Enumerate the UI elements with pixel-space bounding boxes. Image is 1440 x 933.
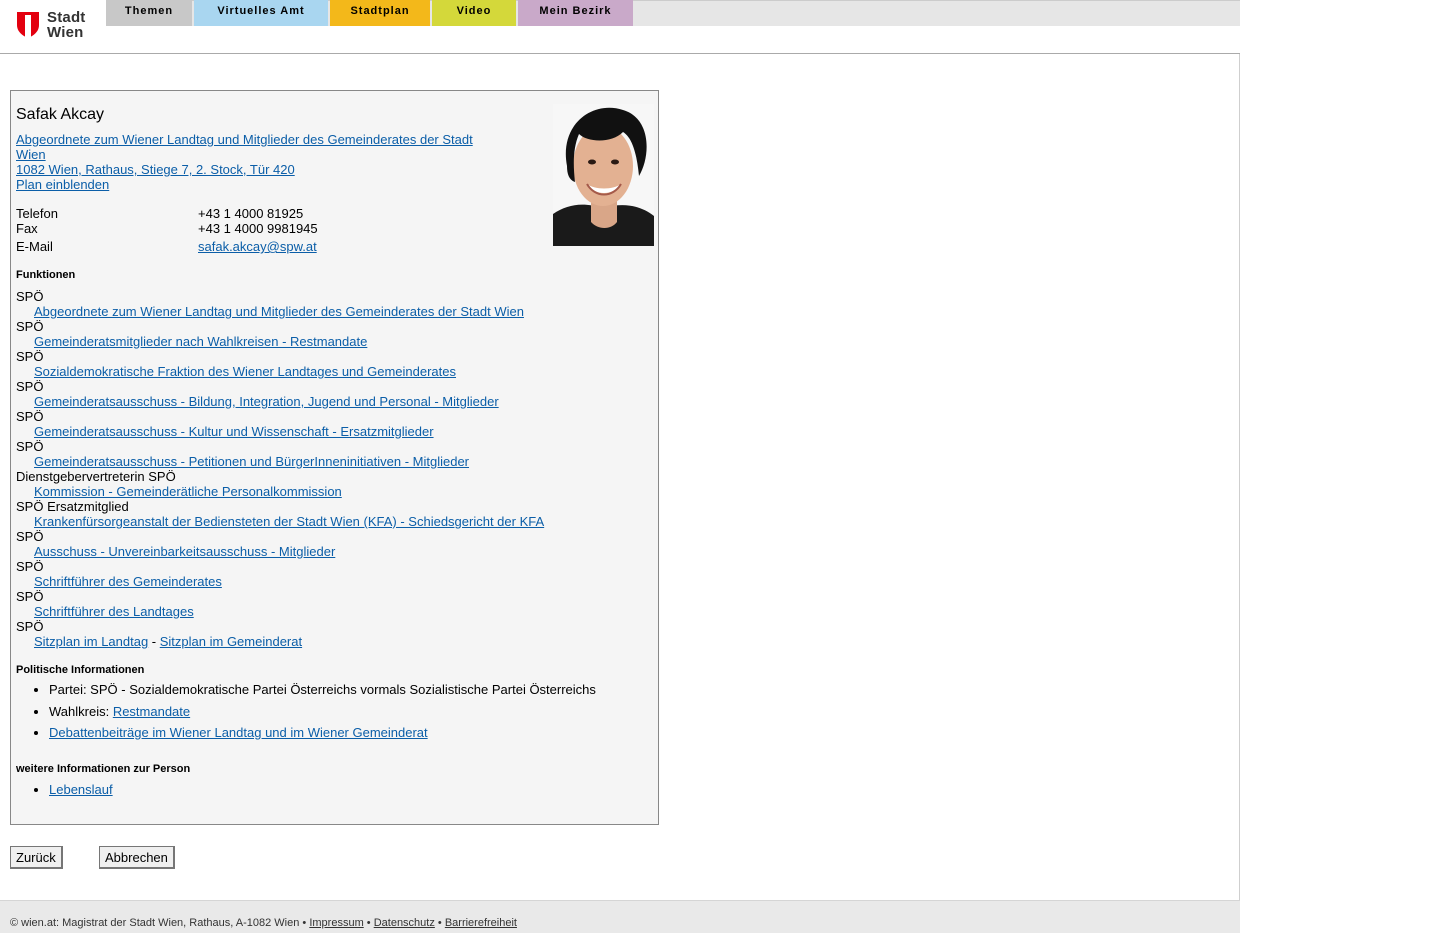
function-party: SPÖ [16, 379, 44, 394]
back-button[interactable]: Zurück [10, 846, 63, 869]
function-link[interactable]: Gemeinderatsausschuss - Petitionen und B… [16, 454, 544, 469]
footer-separator: • [363, 917, 374, 929]
functions-heading: Funktionen [16, 269, 76, 281]
sitzplan-landtag-link[interactable]: Sitzplan im Landtag [34, 634, 148, 649]
party-item: Partei: SPÖ - Sozialdemokratische Partei… [49, 679, 596, 701]
site-footer: © wien.at: Magistrat der Stadt Wien, Rat… [0, 900, 1240, 933]
function-party: SPÖ [16, 589, 44, 604]
person-photo [553, 104, 654, 246]
nav-tab-video[interactable]: Video [432, 0, 516, 26]
more-info-heading: weitere Informationen zur Person [16, 763, 191, 775]
function-party: SPÖ [16, 349, 44, 364]
role-link-line1: Abgeordnete zum Wiener Landtag und Mitgl… [16, 132, 473, 147]
political-list: Partei: SPÖ - Sozialdemokratische Partei… [16, 679, 596, 744]
wahlkreis-link[interactable]: Restmandate [113, 704, 190, 719]
address-block: Abgeordnete zum Wiener Landtag und Mitgl… [16, 132, 486, 192]
wahlkreis-item: Wahlkreis: Restmandate [49, 701, 596, 723]
logo-line-wien: Wien [47, 24, 84, 41]
function-link[interactable]: Gemeinderatsmitglieder nach Wahlkreisen … [16, 334, 544, 349]
function-party: SPÖ [16, 439, 44, 454]
seating-separator: - [148, 634, 160, 649]
seating-links: Sitzplan im Landtag - Sitzplan im Gemein… [16, 634, 544, 649]
function-party: SPÖ [16, 319, 44, 334]
portrait-image [553, 104, 654, 246]
page: Stadt Wien Themen Virtuelles Amt Stadtplan… [0, 0, 1240, 933]
person-card: Safak Akcay Abgeordnete zum Wiener Landt… [10, 90, 659, 825]
logo-line-stadt: Stadt [47, 9, 86, 26]
function-link[interactable]: Ausschuss - Unvereinbarkeitsausschuss - … [16, 544, 544, 559]
phone-label: Telefon [16, 206, 58, 221]
nav-tab-themen[interactable]: Themen [106, 0, 192, 26]
functions-list: SPÖ Abgeordnete zum Wiener Landtag und Mi… [16, 289, 544, 649]
function-link[interactable]: Krankenfürsorgeanstalt der Bediensteten … [16, 514, 544, 529]
address-link[interactable]: 1082 Wien, Rathaus, Stiege 7, 2. Stock, … [16, 162, 486, 177]
function-party: SPÖ [16, 529, 44, 544]
main-navigation: Themen Virtuelles Amt Stadtplan Video Mein B… [106, 0, 635, 26]
person-name: Safak Akcay [16, 106, 105, 123]
footer-separator: • [299, 917, 310, 929]
function-link[interactable]: Sozialdemokratische Fraktion des Wiener … [16, 364, 544, 379]
wien-shield-icon [17, 12, 39, 38]
function-party: SPÖ Ersatzmitglied [16, 499, 129, 514]
fax-value: +43 1 4000 9981945 [198, 221, 318, 236]
role-link-line2: Wien [16, 147, 46, 162]
phone-value: +43 1 4000 81925 [198, 206, 304, 221]
lebenslauf-link[interactable]: Lebenslauf [49, 782, 113, 797]
barrierefreiheit-link[interactable]: Barrierefreiheit [445, 917, 517, 929]
logo-text: Stadt Wien [47, 10, 86, 40]
stadt-wien-logo[interactable]: Stadt Wien [16, 9, 96, 43]
datenschutz-link[interactable]: Datenschutz [374, 917, 435, 929]
email-label: E-Mail [16, 239, 53, 254]
function-link[interactable]: Gemeinderatsausschuss - Kultur und Wisse… [16, 424, 544, 439]
sitzplan-gemeinderat-link[interactable]: Sitzplan im Gemeinderat [160, 634, 302, 649]
footer-copyright: © wien.at: Magistrat der Stadt Wien, Rat… [10, 917, 300, 929]
function-link[interactable]: Schriftführer des Gemeinderates [16, 574, 544, 589]
nav-tab-stadtplan[interactable]: Stadtplan [330, 0, 430, 26]
footer-text: © wien.at: Magistrat der Stadt Wien, Rat… [10, 917, 517, 929]
lebenslauf-item: Lebenslauf [49, 779, 113, 801]
email-link[interactable]: safak.akcay@spw.at [198, 239, 317, 254]
footer-separator: • [434, 917, 445, 929]
more-info-list: Lebenslauf [16, 779, 113, 801]
function-party: Dienstgebervertreterin SPÖ [16, 469, 176, 484]
wahlkreis-label: Wahlkreis: [49, 703, 113, 719]
function-link[interactable]: Abgeordnete zum Wiener Landtag und Mitgl… [16, 304, 544, 319]
function-link[interactable]: Schriftführer des Landtages [16, 604, 544, 619]
site-header: Stadt Wien Themen Virtuelles Amt Stadtplan… [0, 0, 1240, 54]
seating-party: SPÖ [16, 619, 44, 634]
function-party: SPÖ [16, 289, 44, 304]
political-heading: Politische Informationen [16, 664, 145, 676]
debatten-item: Debattenbeiträge im Wiener Landtag und i… [49, 722, 596, 744]
role-link[interactable]: Abgeordnete zum Wiener Landtag und Mitgl… [16, 132, 486, 162]
debatten-link[interactable]: Debattenbeiträge im Wiener Landtag und i… [49, 725, 428, 740]
party-text: Partei: SPÖ - Sozialdemokratische Partei… [49, 682, 596, 697]
nav-tab-virtuelles-amt[interactable]: Virtuelles Amt [194, 0, 328, 26]
fax-label: Fax [16, 221, 38, 236]
show-map-link[interactable]: Plan einblenden [16, 177, 486, 192]
function-party: SPÖ [16, 559, 44, 574]
function-link[interactable]: Gemeinderatsausschuss - Bildung, Integra… [16, 394, 544, 409]
impressum-link[interactable]: Impressum [309, 917, 363, 929]
cancel-button[interactable]: Abbrechen [99, 846, 175, 869]
function-party: SPÖ [16, 409, 44, 424]
nav-tab-mein-bezirk[interactable]: Mein Bezirk [518, 0, 633, 26]
function-link[interactable]: Kommission - Gemeinderätliche Personalko… [16, 484, 544, 499]
